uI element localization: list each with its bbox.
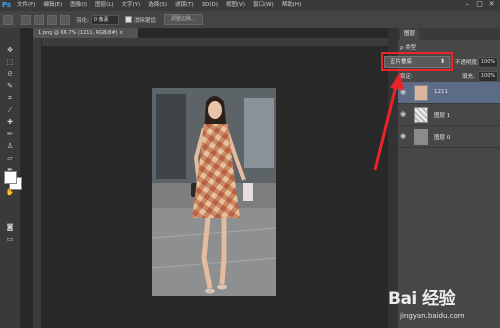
opacity-label: 不透明度: [455, 60, 479, 66]
lasso-tool-preset-icon[interactable] [3, 14, 13, 25]
brush-icon[interactable]: ✏ [4, 130, 16, 138]
add-selection-icon[interactable] [34, 14, 44, 25]
layer-row-layer0[interactable]: ◉ 图层 0 [398, 126, 500, 148]
close-button[interactable]: ✕ [487, 0, 496, 9]
menu-3d[interactable]: 3D(D) [198, 0, 222, 11]
healing-icon[interactable]: ✚ [4, 118, 16, 126]
opacity-input[interactable]: 100% [478, 57, 498, 68]
layer-thumbnail [414, 107, 428, 123]
layer-row-1211[interactable]: ◉ 1211 [398, 82, 500, 104]
menu-type[interactable]: 文字(Y) [118, 0, 145, 11]
watermark-url: jingyan.baidu.com [400, 312, 465, 320]
options-bar: 羽化: 0 像素 消除锯齿 调整边缘... [0, 11, 500, 29]
feather-input[interactable]: 0 像素 [90, 14, 119, 25]
canvas-image[interactable] [152, 88, 276, 296]
intersect-selection-icon[interactable] [60, 14, 70, 25]
menu-image[interactable]: 图像(I) [66, 0, 91, 11]
layer-filter-row: ρ 类型 [398, 42, 500, 52]
layer-thumbnail [414, 85, 428, 101]
watermark-brand: Bai 经验 [388, 289, 456, 309]
layer-name: 1211 [434, 89, 448, 95]
lasso-icon[interactable]: ᘓ [4, 70, 16, 78]
menu-file[interactable]: 文件(F) [13, 0, 39, 11]
tab-layers[interactable]: 图层 [400, 29, 420, 40]
lock-label: 锁定: [400, 74, 413, 80]
menu-help[interactable]: 帮助(H) [278, 0, 305, 11]
screen-mode-icon[interactable]: ▭ [4, 235, 16, 243]
refine-edge-button[interactable]: 调整边缘... [163, 14, 203, 25]
highlight-box [381, 52, 453, 71]
menu-window[interactable]: 窗口(W) [249, 0, 278, 11]
feather-label: 羽化: [76, 17, 89, 24]
document-tab[interactable]: 1.png @ 66.7% (1211, RGB/8#) × [33, 28, 138, 38]
minimize-button[interactable]: – [463, 0, 472, 9]
eye-icon[interactable]: ◉ [400, 132, 408, 140]
marquee-icon[interactable]: ⬚ [4, 58, 16, 66]
crop-icon[interactable]: ⌗ [4, 94, 16, 102]
menu-edit[interactable]: 编辑(E) [39, 0, 66, 11]
eraser-icon[interactable]: ▱ [4, 154, 16, 162]
subtract-selection-icon[interactable] [47, 14, 57, 25]
quick-select-icon[interactable]: ✎ [4, 82, 16, 90]
eyedropper-icon[interactable]: ⁄ [4, 106, 16, 114]
baidu-watermark: Bai 经验 jingyan.baidu.com [380, 282, 495, 326]
eye-icon[interactable]: ◉ [400, 110, 408, 118]
layer-name: 图层 0 [434, 135, 451, 141]
antialias-label: 消除锯齿 [133, 17, 156, 24]
menu-bar: Ps 文件(F) 编辑(E) 图像(I) 图层(L) 文字(Y) 选择(S) 滤… [0, 0, 500, 11]
eye-icon[interactable]: ◉ [400, 88, 408, 96]
photoshop-logo: Ps [1, 1, 12, 9]
photo-illustration [152, 88, 276, 296]
move-icon[interactable]: ✥ [4, 46, 16, 54]
layer-thumbnail [414, 129, 428, 145]
layer-row-layer1[interactable]: ◉ 图层 1 [398, 104, 500, 126]
layer-name: 图层 1 [434, 113, 451, 119]
menu-filter[interactable]: 滤镜(T) [171, 0, 198, 11]
quick-mask-icon[interactable]: ◙ [4, 223, 16, 231]
maximize-button[interactable]: □ [475, 0, 484, 9]
foreground-color-swatch[interactable] [4, 171, 17, 184]
kind-filter-select[interactable]: ρ 类型 [400, 43, 416, 51]
horizontal-ruler [33, 38, 388, 47]
menu-layer[interactable]: 图层(L) [91, 0, 117, 11]
antialias-checkbox[interactable] [124, 16, 132, 23]
fill-label: 填充: [462, 74, 475, 80]
window-controls: – □ ✕ [460, 0, 496, 9]
stamp-icon[interactable]: ♙ [4, 142, 16, 150]
menu-view[interactable]: 视图(V) [222, 0, 249, 11]
fill-input[interactable]: 100% [478, 71, 498, 82]
new-selection-icon[interactable] [21, 14, 31, 25]
menu-select[interactable]: 选择(S) [144, 0, 171, 11]
vertical-ruler [33, 38, 42, 328]
